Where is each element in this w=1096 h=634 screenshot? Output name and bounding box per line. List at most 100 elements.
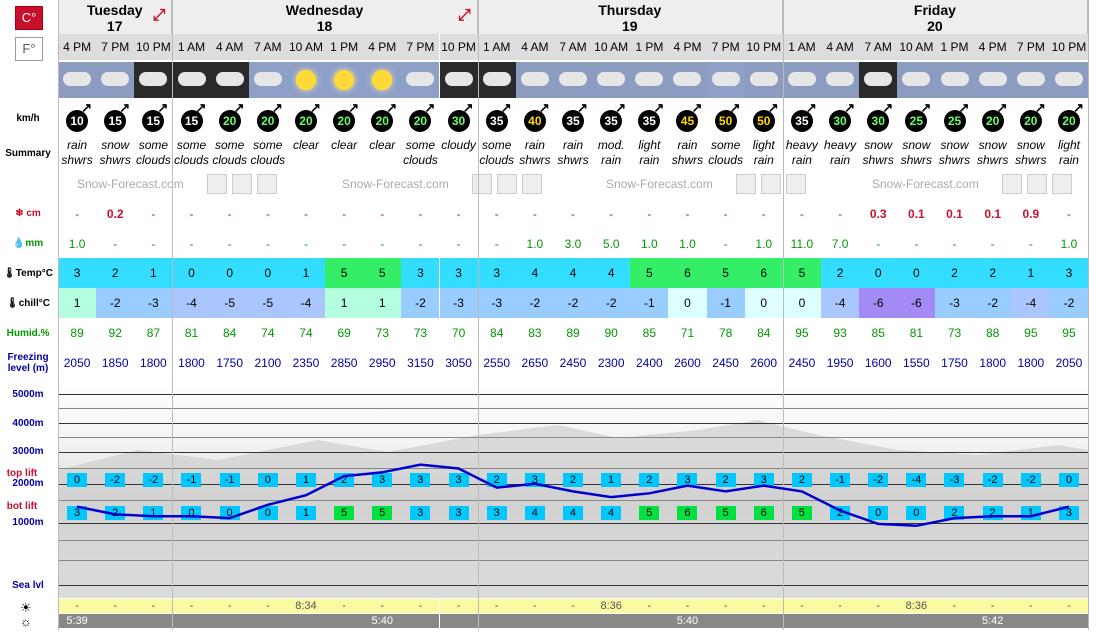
snow-moon-icon (859, 62, 898, 98)
cloud-moon-icon (172, 62, 211, 98)
snowflake-icon[interactable] (522, 174, 542, 194)
chill-value: -2 (515, 288, 554, 318)
freezing-level-value: 2600 (750, 356, 778, 370)
top-lift-temp: 3 (372, 473, 393, 487)
sunrise-cell: - (935, 599, 974, 613)
top-lift-temp: 0 (67, 473, 87, 487)
rain-amount: - (1028, 237, 1033, 251)
top-lift-temp: 3 (753, 473, 774, 487)
rain-cloud-icon (553, 62, 593, 98)
wind-cell: 10 ↗ (58, 100, 96, 138)
wind-cell: 15 ↗ (134, 100, 172, 138)
wind-direction-icon: ↗ (653, 100, 665, 115)
sunrise-cell: - (96, 599, 135, 613)
snowflake-icon[interactable] (257, 174, 277, 194)
day-header[interactable]: Friday 20 (782, 0, 1089, 34)
wind-cell: 20 ↗ (249, 100, 287, 138)
rain-amount: - (113, 237, 118, 251)
top-lift-temp: 2 (486, 473, 507, 487)
expand-icon[interactable]: ⤢ (153, 8, 166, 24)
freezing-level-value: 2350 (292, 356, 320, 370)
chart-toggle-icon[interactable] (207, 174, 227, 194)
day-header[interactable]: Tuesday 17 ⤢ (58, 0, 173, 34)
bot-lift-temp: 3 (1058, 506, 1079, 520)
snowflake-icon[interactable] (786, 174, 806, 194)
temp-value: 6 (668, 258, 707, 288)
sunrise-cell: - (58, 599, 97, 613)
temp-value: 1 (286, 258, 326, 288)
temp-value: 0 (248, 258, 287, 288)
fahrenheit-button[interactable]: F° (15, 37, 43, 61)
chill-value: -3 (935, 288, 974, 318)
summary-text: light rain (1057, 138, 1080, 167)
sunset-cell: 5:39 (58, 614, 97, 628)
sunset-cell (897, 614, 936, 628)
snowflake-icon[interactable] (1052, 174, 1072, 194)
day-divider (477, 0, 479, 630)
sunset-cell (592, 614, 631, 628)
sunset-cell: 5:40 (668, 614, 707, 628)
temp-value: 0 (859, 258, 898, 288)
chill-value: -2 (592, 288, 631, 318)
humidity-value: 90 (604, 326, 618, 340)
chill-value: -3 (477, 288, 516, 318)
snowflake-icon: ❄ (15, 208, 27, 219)
humidity-label: Humid.% (6, 328, 50, 339)
chart-toggle-icon[interactable] (736, 174, 756, 194)
day-header[interactable]: Thursday 19 (477, 0, 783, 34)
wind-cell: 30 ↗ (821, 100, 859, 138)
chill-value: 1 (325, 288, 364, 318)
summary-text: some clouds (174, 138, 209, 167)
day-header[interactable]: Wednesday 18 ⤢ (172, 0, 478, 34)
snow-amount: - (265, 207, 270, 221)
sunset-cell (1049, 614, 1089, 628)
snow-amount: - (418, 207, 423, 221)
hour-label: 1 PM (325, 34, 364, 60)
sunset-cell (782, 614, 821, 628)
chart-toggle-icon[interactable] (1027, 174, 1047, 194)
top-lift-temp: 1 (601, 473, 622, 487)
chart-toggle-icon[interactable] (1002, 174, 1022, 194)
sea-level-label: Sea lvl (12, 580, 44, 591)
top-lift-temp: 3 (448, 473, 469, 487)
wind-cell: 20 ↗ (1012, 100, 1050, 138)
chart-toggle-icon[interactable] (472, 174, 492, 194)
rain-heavy-icon (592, 62, 631, 98)
cloud-sun-icon (248, 62, 287, 98)
wind-cell: 25 ↗ (935, 100, 973, 138)
summary-text: rain shwrs (671, 138, 704, 167)
top-lift-temp: 3 (524, 473, 545, 487)
raindrop-icon: 💧 (12, 238, 26, 249)
bot-lift-temp: 5 (372, 506, 393, 520)
temp-value: 6 (744, 258, 783, 288)
altitude-gridline (58, 500, 1088, 501)
snow-amount: 0.3 (869, 207, 887, 221)
chart-toggle-icon[interactable] (232, 174, 252, 194)
wind-cell: 15 ↗ (172, 100, 210, 138)
chart-toggle-icon[interactable] (761, 174, 781, 194)
top-lift-temp: 0 (1058, 473, 1079, 487)
chill-value: -2 (96, 288, 135, 318)
wind-direction-icon: ↗ (271, 100, 283, 115)
summary-label: Summary (5, 148, 51, 159)
snow-label: ❄ cm (15, 208, 41, 219)
humidity-value: 74 (299, 326, 313, 340)
chill-value: 1 (363, 288, 402, 318)
temp-value: 3 (439, 258, 478, 288)
top-lift-temp: 3 (410, 473, 431, 487)
snow-amount: - (571, 207, 575, 221)
wind-direction-icon: ↗ (538, 100, 550, 115)
cloud-night-icon (439, 62, 478, 98)
alt-4000-label: 4000m (12, 418, 44, 429)
celsius-button[interactable]: C° (15, 6, 43, 30)
top-lift-temp: -1 (181, 473, 202, 487)
day-name: Friday (913, 2, 956, 18)
sunrise-cell: - (210, 599, 249, 613)
chart-toggle-icon[interactable] (497, 174, 517, 194)
rain-amount: - (380, 237, 385, 251)
expand-icon[interactable]: ⤢ (458, 8, 471, 24)
sunrise-cell: - (439, 599, 478, 613)
summary-text: some clouds (479, 138, 515, 167)
humidity-value: 73 (375, 326, 389, 340)
watermark-text: Snow-Forecast.com (872, 177, 979, 191)
